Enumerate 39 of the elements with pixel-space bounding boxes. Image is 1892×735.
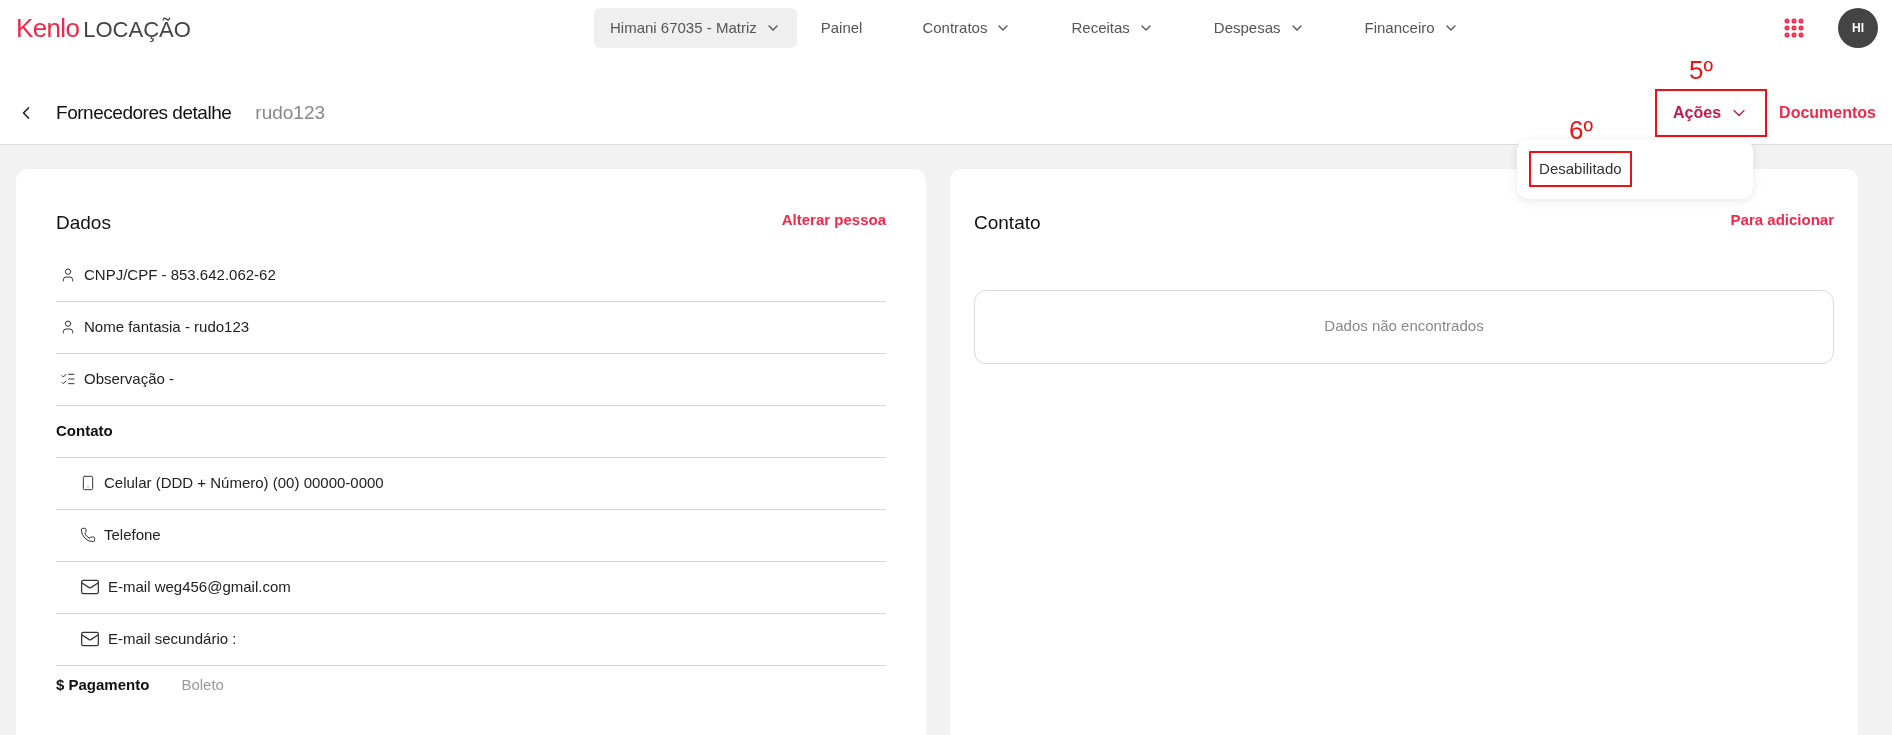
- user-avatar[interactable]: HI: [1838, 8, 1878, 48]
- apps-grid-icon[interactable]: [1782, 16, 1806, 40]
- brand-logo: Kenlo: [16, 11, 80, 45]
- empty-state: Dados não encontrados: [974, 289, 1834, 364]
- info-text: Observação -: [84, 368, 175, 389]
- documents-link[interactable]: Documentos: [1779, 101, 1876, 125]
- info-text: E-mail secundário :: [108, 628, 237, 649]
- section-heading: Contato: [56, 420, 113, 441]
- add-contact-link[interactable]: Para adicionar: [1730, 209, 1834, 232]
- card-title: Dados: [56, 211, 111, 235]
- list-icon: [60, 371, 76, 387]
- menu-item[interactable]: Desabilitado: [1529, 151, 1632, 187]
- card-title: Contato: [974, 211, 1041, 235]
- payment-value: Boleto: [181, 675, 224, 696]
- page-title: Fornecedores detalhe: [56, 100, 232, 125]
- nav-item[interactable]: Receitas: [1055, 16, 1170, 40]
- annotation-label: 5º: [1689, 57, 1714, 83]
- person-icon: [60, 319, 76, 335]
- info-text: Nome fantasia - rudo123: [84, 316, 250, 337]
- info-text: E-mail weg456@gmail.com: [108, 576, 291, 597]
- payment-label: $ Pagamento: [56, 675, 150, 696]
- info-text: CNPJ/CPF - 853.642.062-62: [84, 264, 276, 285]
- nav-item[interactable]: Financeiro: [1348, 16, 1475, 40]
- info-text: Celular (DDD + Número) (00) 00000-0000: [104, 472, 384, 493]
- mail-icon: [80, 629, 100, 649]
- branch-selector[interactable]: Himani 67035 - Matriz: [594, 8, 797, 48]
- nav-item[interactable]: Painel: [804, 16, 879, 40]
- change-person-link[interactable]: Alterar pessoa: [781, 209, 886, 232]
- mail-icon: [80, 577, 100, 597]
- person-icon: [60, 267, 76, 283]
- info-text: Telefone: [104, 524, 161, 545]
- annotation-label: 6º: [1569, 117, 1594, 143]
- page-subtitle: rudo123: [255, 100, 326, 125]
- product-name: LOCAÇÃO: [83, 15, 191, 44]
- actions-button[interactable]: Ações: [1655, 89, 1768, 137]
- phone-icon: [80, 527, 96, 543]
- nav-item[interactable]: Contratos: [906, 16, 1028, 40]
- mobile-phone-icon: [80, 475, 96, 491]
- nav-item[interactable]: Despesas: [1197, 16, 1321, 40]
